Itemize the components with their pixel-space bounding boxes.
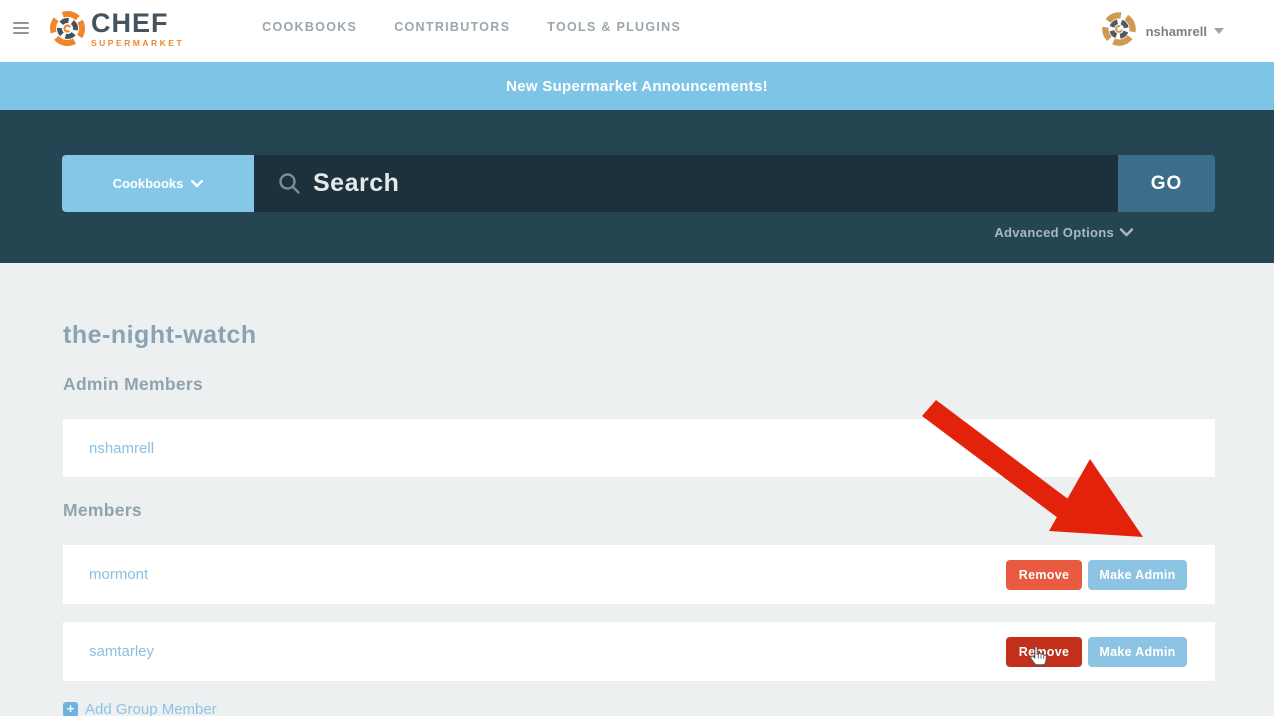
member-link-samtarley[interactable]: samtarley	[89, 643, 154, 660]
page-title: the-night-watch	[63, 321, 1215, 350]
row-actions: Remove Make Admin	[1006, 560, 1187, 590]
remove-button-samtarley[interactable]: Remove	[1006, 637, 1082, 667]
member-row-mormont: mormont Remove Make Admin	[63, 545, 1215, 604]
member-link-nshamrell[interactable]: nshamrell	[89, 440, 154, 457]
user-menu[interactable]: nshamrell	[1101, 11, 1274, 52]
advanced-options-label: Advanced Options	[994, 225, 1114, 240]
announcement-text: New Supermarket Announcements!	[506, 78, 768, 95]
advanced-options-toggle[interactable]: Advanced Options	[994, 225, 1133, 240]
avatar	[1101, 11, 1137, 52]
add-group-member-label: Add Group Member	[85, 701, 217, 716]
member-row-samtarley: samtarley Remove Make Admin	[63, 622, 1215, 681]
add-group-member-link[interactable]: + Add Group Member	[63, 701, 1215, 716]
main-nav: COOKBOOKS CONTRIBUTORS TOOLS & PLUGINS	[262, 20, 681, 34]
make-admin-button-samtarley[interactable]: Make Admin	[1088, 637, 1187, 667]
go-button[interactable]: GO	[1118, 155, 1215, 212]
make-admin-button-mormont[interactable]: Make Admin	[1088, 560, 1187, 590]
search-icon	[278, 172, 301, 195]
search-section: Cookbooks GO Advanced Options	[0, 110, 1274, 263]
hamburger-menu-icon[interactable]	[13, 19, 30, 37]
admin-members-heading: Admin Members	[63, 374, 1215, 395]
username-label: nshamrell	[1146, 24, 1207, 39]
row-actions: Remove Make Admin	[1006, 637, 1187, 667]
nav-item-tools-plugins[interactable]: TOOLS & PLUGINS	[547, 20, 681, 34]
search-input[interactable]	[313, 169, 1118, 198]
search-category-dropdown[interactable]: Cookbooks	[62, 155, 254, 212]
supermarket-page: CHEF SUPERMARKET COOKBOOKS CONTRIBUTORS …	[0, 0, 1274, 716]
admin-member-row: nshamrell	[63, 419, 1215, 477]
brand-tagline: SUPERMARKET	[91, 39, 184, 48]
advanced-options-row: Advanced Options	[62, 212, 1215, 242]
search-bar: Cookbooks GO	[62, 155, 1215, 212]
chevron-down-icon	[1214, 28, 1224, 34]
chef-supermarket-logo[interactable]: CHEF SUPERMARKET	[49, 10, 184, 52]
brand-name: CHEF	[91, 10, 184, 37]
nav-item-contributors[interactable]: CONTRIBUTORS	[394, 20, 510, 34]
search-field	[254, 155, 1118, 212]
announcement-banner[interactable]: New Supermarket Announcements!	[0, 62, 1274, 110]
member-link-mormont[interactable]: mormont	[89, 566, 148, 583]
chevron-down-icon	[1120, 228, 1133, 237]
remove-button-mormont[interactable]: Remove	[1006, 560, 1082, 590]
nav-item-cookbooks[interactable]: COOKBOOKS	[262, 20, 357, 34]
search-category-label: Cookbooks	[113, 176, 184, 191]
members-heading: Members	[63, 500, 1215, 521]
plus-icon: +	[63, 702, 78, 716]
chef-logo-icon	[49, 10, 86, 52]
top-header: CHEF SUPERMARKET COOKBOOKS CONTRIBUTORS …	[0, 0, 1274, 62]
group-detail-content: the-night-watch Admin Members nshamrell …	[0, 263, 1274, 716]
chevron-down-icon	[191, 180, 203, 188]
